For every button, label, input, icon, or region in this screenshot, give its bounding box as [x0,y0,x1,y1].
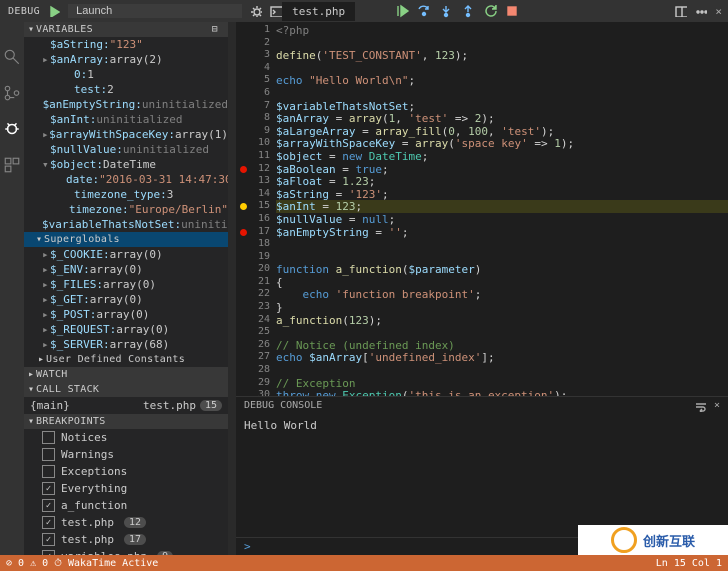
section-superglobals[interactable]: ▾Superglobals [24,232,228,247]
search-icon[interactable] [3,48,21,66]
status-left[interactable]: ⊘ 0 ⚠ 0 ⏱ WakaTime Active [6,558,158,569]
code-body[interactable]: <?phpdefine('TEST_CONSTANT', 123);echo "… [276,22,728,396]
superglobal-row[interactable]: ▸$_SERVER: array(68) [24,337,228,352]
checkbox[interactable] [42,533,55,546]
code-editor[interactable]: 1234567891011121314151617181920212223242… [236,22,728,396]
clear-console-icon[interactable]: × [714,400,720,412]
editor-area: 1234567891011121314151617181920212223242… [236,22,728,555]
breakpoints-list[interactable]: NoticesWarningsExceptionsEverythinga_fun… [24,429,228,555]
superglobal-row[interactable]: ▸$_ENV: array(0) [24,262,228,277]
variable-row[interactable]: $anEmptyString: uninitialized [24,97,228,112]
breakpoint-row[interactable]: Notices [24,429,228,446]
console-icon[interactable] [270,5,282,17]
checkbox[interactable] [42,499,55,512]
section-breakpoints[interactable]: ▾BREAKPOINTS [24,414,228,429]
app-root: DEBUG test.php × ▾VARIABLES⊟ [0,0,728,571]
continue-icon[interactable] [395,4,409,18]
step-into-icon[interactable] [439,4,453,18]
debug-console-header[interactable]: DEBUG CONSOLE × [236,397,728,415]
superglobals-tree[interactable]: ▸$_COOKIE: array(0)▸$_ENV: array(0)▸$_FI… [24,247,228,352]
variable-row[interactable]: ▾$object: DateTime [24,157,228,172]
checkbox[interactable] [42,465,55,478]
section-udc[interactable]: ▸User Defined Constants [24,352,228,367]
titlebar: DEBUG test.php × [0,0,728,22]
checkbox[interactable] [42,448,55,461]
debug-label: DEBUG [8,6,40,17]
variable-row[interactable]: $anInt: uninitialized [24,112,228,127]
variable-row[interactable]: test: 2 [24,82,228,97]
status-right[interactable]: Ln 15 Col 1 [656,558,722,569]
breakpoint-row[interactable]: Exceptions [24,463,228,480]
breakpoint-row[interactable]: variables.php9 [24,548,228,555]
superglobal-row[interactable]: ▸$_COOKIE: array(0) [24,247,228,262]
statusbar: ⊘ 0 ⚠ 0 ⏱ WakaTime Active Ln 15 Col 1 [0,555,728,571]
sidebar-scrollbar[interactable] [228,22,236,555]
debug-sidebar: ▾VARIABLES⊟ $aString: "123"▸$anArray: ar… [24,22,228,555]
callstack-frame[interactable]: {main} test.php15 [24,397,228,414]
variable-row[interactable]: timezone: "Europe/Berlin" [24,202,228,217]
superglobal-row[interactable]: ▸$_REQUEST: array(0) [24,322,228,337]
checkbox[interactable] [42,431,55,444]
collapse-icon[interactable]: ⊟ [212,24,224,35]
step-over-icon[interactable] [417,4,431,18]
watermark-logo-icon [611,527,637,553]
section-watch[interactable]: ▸WATCH [24,367,228,382]
breakpoint-row[interactable]: test.php17 [24,531,228,548]
restart-icon[interactable] [483,4,497,18]
breakpoint-row[interactable]: test.php12 [24,514,228,531]
close-icon[interactable]: × [715,5,722,18]
variable-row[interactable]: $aString: "123" [24,37,228,52]
breakpoint-row[interactable]: Warnings [24,446,228,463]
launch-config-select[interactable] [68,4,242,18]
more-icon[interactable] [695,5,707,17]
debug-console-output: Hello World [236,415,728,537]
superglobal-row[interactable]: ▸$_POST: array(0) [24,307,228,322]
variable-row[interactable]: $variableThatsNotSet: uninitialized [24,217,228,232]
variable-row[interactable]: $nullValue: uninitialized [24,142,228,157]
debug-activity-icon[interactable] [3,120,21,138]
extensions-icon[interactable] [3,156,21,174]
variable-row[interactable]: 0: 1 [24,67,228,82]
superglobal-row[interactable]: ▸$_FILES: array(0) [24,277,228,292]
section-variables[interactable]: ▾VARIABLES⊟ [24,22,228,37]
superglobal-row[interactable]: ▸$_GET: array(0) [24,292,228,307]
breakpoint-row[interactable]: Everything [24,480,228,497]
stop-icon[interactable] [505,4,519,18]
variable-row[interactable]: ▸$anArray: array(2) [24,52,228,67]
gear-icon[interactable] [250,5,262,17]
split-editor-icon[interactable] [675,5,687,17]
variable-row[interactable]: ▸$arrayWithSpaceKey: array(1) [24,127,228,142]
watermark-text: 创新互联 [643,531,695,550]
variable-row[interactable]: timezone_type: 3 [24,187,228,202]
scm-icon[interactable] [3,84,21,102]
activity-bar [0,22,24,555]
wrap-icon[interactable] [694,400,706,412]
gutter[interactable]: 1234567891011121314151617181920212223242… [236,22,276,396]
section-callstack[interactable]: ▾CALL STACK [24,382,228,397]
checkbox[interactable] [42,516,55,529]
start-debug-icon[interactable] [48,5,60,17]
variable-row[interactable]: date: "2016-03-31 14:47:30.000000" [24,172,228,187]
step-out-icon[interactable] [461,4,475,18]
checkbox[interactable] [42,482,55,495]
editor-tab[interactable]: test.php [282,2,355,21]
breakpoint-row[interactable]: a_function [24,497,228,514]
variables-tree[interactable]: $aString: "123"▸$anArray: array(2)0: 1te… [24,37,228,232]
watermark: 创新互联 [578,525,728,555]
